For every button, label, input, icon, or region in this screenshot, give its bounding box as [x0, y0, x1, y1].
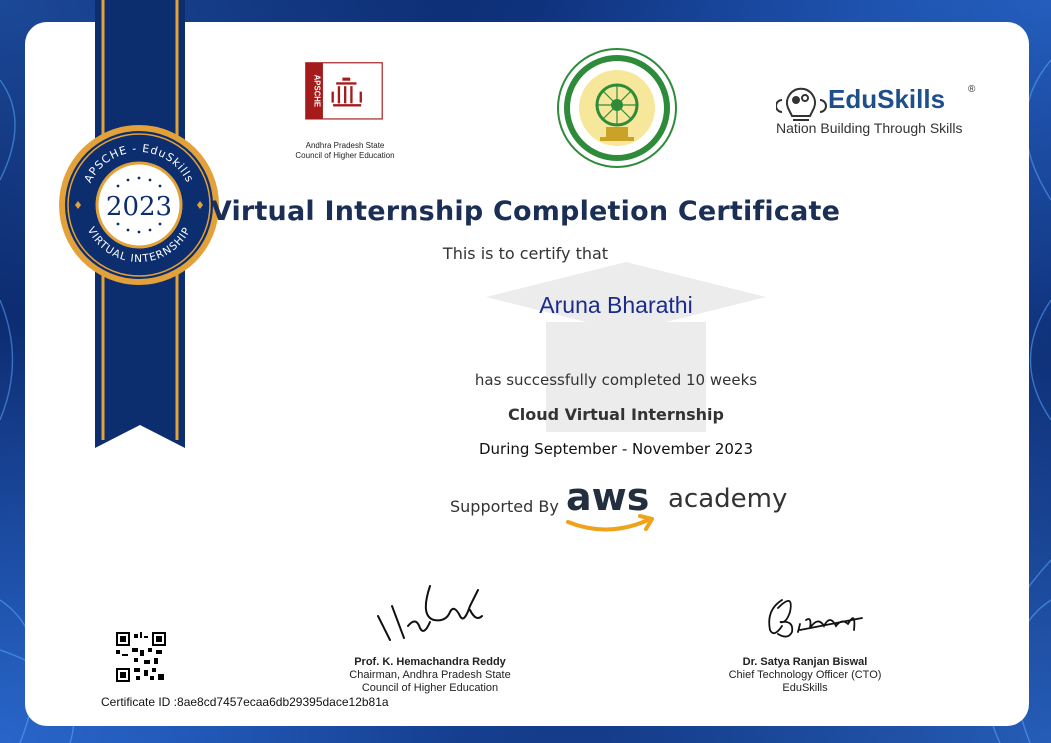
- aws-logo: aws: [566, 475, 654, 532]
- lightbulb-icon: [776, 87, 827, 121]
- completion-text: has successfully completed 10 weeks: [474, 371, 758, 389]
- qr-code-icon[interactable]: [116, 632, 166, 682]
- eduskills-tagline: Nation Building Through Skills: [776, 120, 963, 136]
- apsche-caption-line1: Andhra Pradesh State: [305, 141, 385, 150]
- signatory-block-2: Dr. Satya Ranjan Biswal Chief Technology…: [700, 656, 910, 695]
- signatory-title-line1: Chief Technology Officer (CTO): [728, 669, 882, 681]
- certificate-title: Virtual Internship Completion Certificat…: [210, 196, 841, 227]
- apsche-logo: APSCHE: [305, 62, 383, 120]
- eduskills-name: EduSkills: [828, 84, 945, 114]
- apsche-caption: Andhra Pradesh State Council of Higher E…: [275, 141, 415, 161]
- signatory-title-line1: Chairman, Andhra Pradesh State: [349, 669, 511, 681]
- signature-hemachandra-reddy: [377, 585, 483, 641]
- certify-text: This is to certify that: [442, 244, 609, 263]
- program-name: Cloud Virtual Internship: [508, 405, 724, 424]
- signatory-block-1: Prof. K. Hemachandra Reddy Chairman, And…: [320, 656, 540, 695]
- duration-text: During September - November 2023: [478, 440, 754, 458]
- certificate-id: Certificate ID :8ae8cd7457ecaa6db29395da…: [101, 695, 389, 709]
- academy-text: academy: [668, 484, 788, 514]
- apsche-letters: APSCHE: [312, 75, 321, 108]
- recipient-name: Aruna Bharathi: [539, 292, 693, 318]
- supported-by-label: Supported By: [450, 497, 559, 516]
- signature-satya-ranjan-biswal: [768, 599, 863, 638]
- apsche-caption-line2: Council of Higher Education: [295, 151, 395, 160]
- andhra-pradesh-emblem-icon: [557, 48, 677, 168]
- signatory-title-line2: EduSkills: [782, 682, 828, 694]
- signatory-title-line2: Council of Higher Education: [361, 682, 499, 694]
- aws-text: aws: [566, 475, 649, 519]
- eduskills-logo: EduSkills ® Nation Building Through Skil…: [776, 84, 976, 136]
- signatory-name: Dr. Satya Ranjan Biswal: [742, 656, 868, 668]
- signatory-name: Prof. K. Hemachandra Reddy: [354, 656, 506, 668]
- registered-mark: ®: [968, 84, 976, 95]
